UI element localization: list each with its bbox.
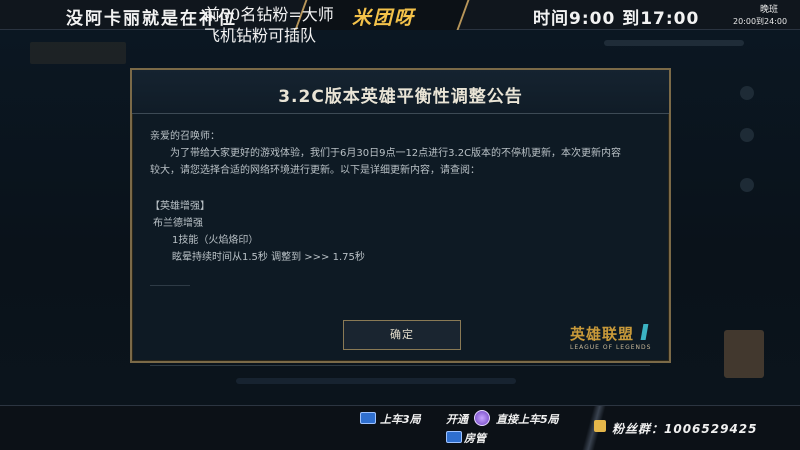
crown-icon [474, 410, 490, 426]
client-side-icon [740, 178, 754, 192]
intro-line-1: 为了带给大家更好的游戏体验，我们于6月30日9点一12点进行3.2C版本的不停机… [170, 148, 622, 159]
client-bottom-strip [236, 378, 516, 384]
client-side-icon [740, 86, 754, 100]
badge-1-text: 上车3局 [380, 413, 421, 426]
client-side-icon [740, 128, 754, 142]
section-header: 【英雄增强】 [150, 201, 210, 212]
ability-name: 1技能（火焰烙印） [172, 235, 259, 246]
league-logo-subtext: LEAGUE OF LEGENDS [570, 344, 652, 351]
badge-3-text: 房管 [464, 432, 486, 445]
fan-group-text: 粉丝群：1006529425 [612, 422, 758, 436]
client-logo-blurred [30, 42, 126, 64]
announcement-dialog: 3.2C版本英雄平衡性调整公告 亲爱的召唤师： 为了带给大家更好的游戏体验，我们… [130, 68, 671, 363]
fan-group-icon [594, 420, 606, 432]
shift-times: 20:00到24:00 [733, 17, 788, 26]
stream-schedule: 时间9:00 到17:00 [533, 9, 700, 29]
league-logo: 英雄联盟 LEAGUE OF LEGENDS [570, 323, 651, 351]
badge-2-text: 开通 [446, 413, 468, 426]
streamer-name: 米团呀 [352, 7, 416, 29]
client-url-blurred [604, 40, 744, 46]
dialog-title: 3.2C版本英雄平衡性调整公告 [278, 87, 523, 107]
dialog-header: 3.2C版本英雄平衡性调整公告 [132, 70, 669, 114]
badge-2-suffix: 直接上车5局 [496, 413, 559, 426]
greeting-text: 亲爱的召唤师： [150, 131, 220, 142]
league-logo-text: 英雄联盟 [570, 325, 635, 343]
shift-label: 晚班 [760, 5, 779, 15]
ticket-icon [360, 412, 376, 424]
intro-line-2: 较大，请您选择合适的网络环境进行更新。以下是详细更新内容，请查阅： [150, 165, 480, 176]
client-side-tile [724, 330, 764, 378]
promo-line-2: 飞机钻粉可插队 [204, 26, 317, 45]
confirm-button[interactable]: 确定 [343, 320, 461, 350]
ability-change: 眩晕持续时间从1.5秒 调整到 >>> 1.75秒 [172, 252, 365, 263]
dialog-shadow-line [150, 365, 650, 366]
content-divider [150, 285, 190, 286]
shield-icon [446, 431, 462, 443]
champion-name: 布兰德增强 [153, 218, 203, 229]
